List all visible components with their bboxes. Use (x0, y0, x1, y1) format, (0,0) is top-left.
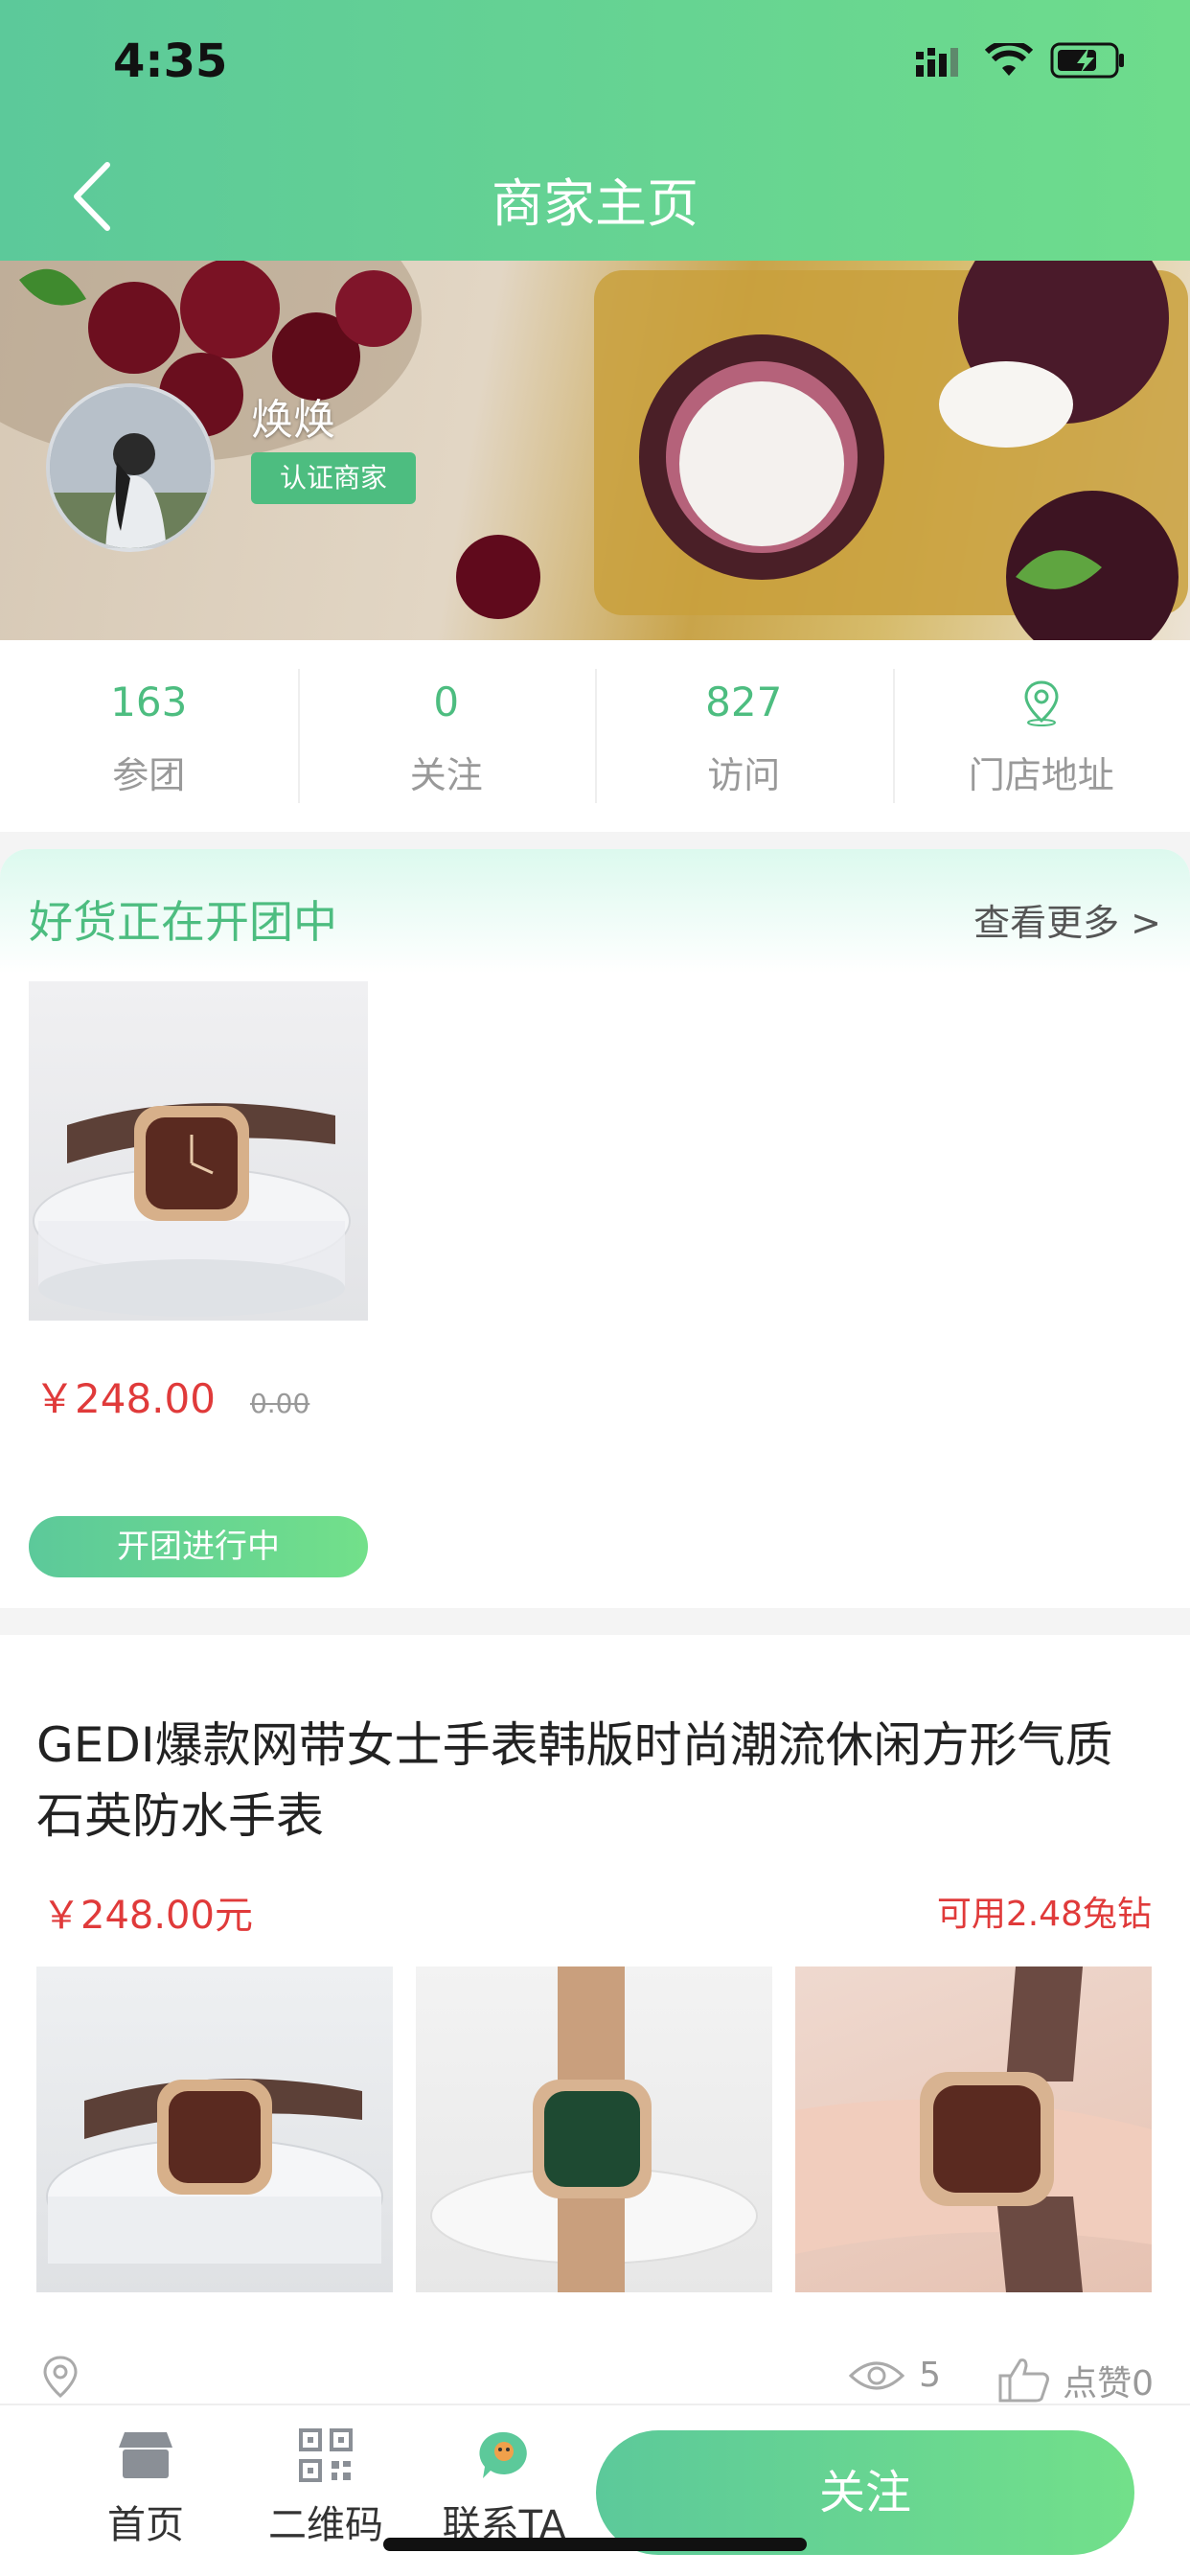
stat-label: 访问 (707, 754, 781, 796)
post-credit: 可用2.48兔钻 (936, 1895, 1152, 1934)
location-icon[interactable] (36, 2354, 84, 2402)
stat-store-address[interactable]: 门店地址 (892, 640, 1190, 832)
post-title: GEDI爆款网带女士手表韩版时尚潮流休闲方形气质石英防水手表 (36, 1717, 1113, 1844)
nav-contact[interactable]: 联系TA (427, 2428, 581, 2549)
stat-label: 关注 (409, 754, 483, 796)
status-icons (916, 42, 1127, 79)
status-bar: 4:35 (0, 0, 1190, 125)
group-status-button[interactable]: 开团进行中 (29, 1516, 368, 1577)
battery-charging-icon (1050, 42, 1124, 79)
qr-code-icon (299, 2428, 353, 2482)
see-more-link[interactable]: 查看更多 > (973, 893, 1161, 946)
home-indicator (383, 2538, 807, 2551)
stat-label: 参团 (112, 754, 186, 796)
stat-visits[interactable]: 827 访问 (595, 640, 893, 832)
nav-home-label: 首页 (107, 2503, 184, 2547)
watch-image (46, 2079, 383, 2264)
avatar-image (50, 387, 211, 548)
nav-qr-code[interactable]: 二维码 (249, 2428, 402, 2549)
stat-value: 827 (705, 678, 783, 725)
post-photo[interactable] (795, 1966, 1152, 2292)
nav-home[interactable]: 首页 (69, 2428, 222, 2549)
thumbs-up-icon (998, 2358, 1050, 2403)
group-buy-header: 好货正在开团中 查看更多 > (0, 849, 1190, 974)
verified-merchant-badge: 认证商家 (251, 452, 417, 504)
wifi-icon (985, 43, 1033, 76)
status-time: 4:35 (113, 34, 228, 88)
merchant-stats: 163 参团 0 关注 827 访问 门店地址 (0, 640, 1190, 832)
like-button[interactable]: 点赞0 (997, 2356, 1154, 2405)
stat-label: 门店地址 (968, 754, 1114, 796)
group-original-price: 0.00 (249, 1388, 310, 1419)
watch-image (33, 1103, 351, 1317)
watch-image (795, 1966, 1152, 2292)
nav-qr-label: 二维码 (268, 2503, 383, 2547)
stat-value (893, 678, 1190, 726)
stat-value: 163 (110, 678, 188, 725)
page-title: 商家主页 (492, 173, 698, 234)
header: 4:35 商家主页 (0, 0, 1190, 261)
stat-following[interactable]: 0 关注 (297, 640, 596, 832)
watch-image (430, 1966, 758, 2292)
avatar[interactable] (46, 383, 215, 552)
merchant-name: 焕焕 (251, 396, 335, 445)
merchant-banner: 焕焕 认证商家 (0, 261, 1190, 640)
storefront-icon (119, 2432, 172, 2478)
stat-joined[interactable]: 163 参团 (0, 640, 298, 832)
group-price: ￥248.00 (34, 1375, 216, 1422)
group-buy-title: 好货正在开团中 (29, 896, 337, 948)
location-pin-icon (1024, 680, 1059, 726)
signal-icon (916, 48, 958, 77)
view-count-value: 5 (919, 2356, 941, 2395)
chat-bubble-icon (479, 2431, 527, 2478)
stat-value: 0 (433, 678, 460, 725)
post-price: ￥248.00元 (42, 1894, 253, 1938)
follow-button[interactable]: 关注 (596, 2430, 1134, 2555)
view-count: 5 (848, 2356, 941, 2395)
eye-icon (848, 2361, 905, 2389)
post-photo[interactable] (416, 1966, 772, 2292)
like-count: 点赞0 (1063, 2364, 1154, 2404)
post-photos (36, 1966, 1152, 2292)
group-product-image[interactable] (29, 981, 368, 1321)
post-photo[interactable] (36, 1966, 393, 2292)
post-footer: 5 点赞0 (36, 2354, 1154, 2411)
group-buy-section: 好货正在开团中 查看更多 > ￥248.00 0.00 开团进行中 (0, 849, 1190, 1608)
group-price-row: ￥248.00 0.00 (34, 1367, 309, 1425)
